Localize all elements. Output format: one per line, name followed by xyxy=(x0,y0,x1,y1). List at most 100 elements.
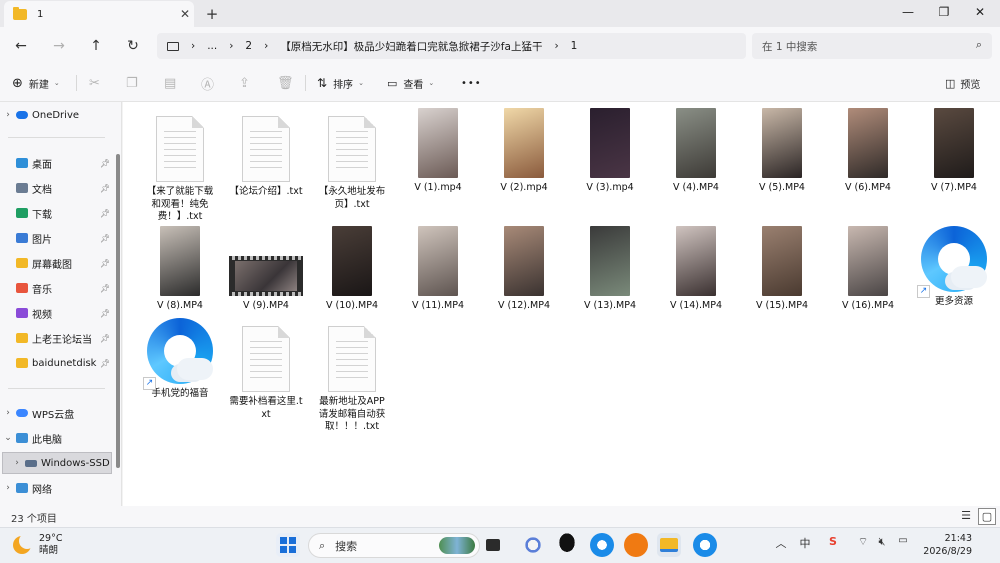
details-view-icon[interactable]: ☰ xyxy=(957,508,975,525)
chevron-right-icon[interactable]: › xyxy=(9,458,25,468)
sidebar-item-quick-access[interactable]: 屏幕截图 📌︎ xyxy=(0,252,112,274)
file-item[interactable]: V (1).mp4 xyxy=(401,108,475,218)
file-item[interactable]: 【来了就能下载和观看！纯免费！】.txt xyxy=(143,108,217,222)
cut-icon[interactable]: ✂ xyxy=(89,74,100,92)
pin-icon[interactable]: 📌︎ xyxy=(100,359,112,368)
file-item[interactable]: V (2).mp4 xyxy=(487,108,561,218)
sidebar-item-quick-access[interactable]: 文档 📌︎ xyxy=(0,177,112,199)
pin-icon[interactable]: 📌︎ xyxy=(100,284,112,293)
file-item[interactable]: V (3).mp4 xyxy=(573,108,647,218)
pin-icon[interactable]: 📌︎ xyxy=(100,184,112,193)
file-name: V (11).MP4 xyxy=(411,300,464,311)
sidebar-item-label: 视频 xyxy=(32,309,52,321)
sidebar-item-windows-ssd[interactable]: › Windows-SSD xyxy=(2,452,112,474)
view-button[interactable]: ▭ 查看 ⌄ xyxy=(387,74,434,92)
tab-active[interactable]: 1 ✕ xyxy=(4,1,194,27)
file-item[interactable]: V (13).MP4 xyxy=(573,226,647,336)
file-name: 【永久地址发布页】.txt xyxy=(318,186,386,210)
pin-icon[interactable]: 📌︎ xyxy=(100,334,112,343)
battery-icon[interactable]: ▭ xyxy=(894,535,912,546)
browser-icon[interactable] xyxy=(590,533,614,557)
file-item[interactable]: V (15).MP4 xyxy=(745,226,819,336)
sidebar-item-quick-access[interactable]: 图片 📌︎ xyxy=(0,227,112,249)
wifi-icon[interactable]: ⌔ xyxy=(854,535,872,549)
file-item[interactable]: V (4).MP4 xyxy=(659,108,733,218)
file-item[interactable]: 最新地址及APP请发邮箱自动获取！！！.txt xyxy=(315,318,389,432)
sidebar-item-quick-access[interactable]: 视频 📌︎ xyxy=(0,302,112,324)
pin-icon[interactable]: 📌︎ xyxy=(100,259,112,268)
chevron-up-icon[interactable]: ︿ xyxy=(772,535,790,551)
chevron-down-icon[interactable]: ⌄ xyxy=(0,433,16,443)
preview-button[interactable]: ◫ 预览 xyxy=(945,74,980,92)
qq-icon[interactable] xyxy=(555,533,579,557)
search-box[interactable]: 在 1 中搜索 ⌕ xyxy=(752,33,992,59)
breadcrumb-item[interactable]: 2 xyxy=(245,40,252,52)
chevron-right-icon[interactable]: › xyxy=(0,408,16,418)
sidebar-item-quick-access[interactable]: 下载 📌︎ xyxy=(0,202,112,224)
shortcut-item[interactable]: ↗ 手机党的福音 xyxy=(143,318,217,428)
file-item[interactable]: V (11).MP4 xyxy=(401,226,475,336)
sidebar-item-this-pc[interactable]: ⌄ 此电脑 xyxy=(0,427,112,449)
navigation-pane: › OneDrive 桌面 📌︎ 文档 📌︎ 下载 📌︎ 图片 📌︎ 屏幕截图 📌︎ 音乐 📌︎ 视频 📌… xyxy=(0,102,122,506)
weather-widget[interactable]: 29°C 晴朗 xyxy=(13,533,62,557)
sidebar-scrollbar[interactable] xyxy=(116,154,120,468)
pin-icon[interactable]: 📌︎ xyxy=(100,159,112,168)
shortcut-item[interactable]: ↗ 更多资源 xyxy=(917,226,991,336)
file-item[interactable]: V (5).MP4 xyxy=(745,108,819,218)
app-icon[interactable] xyxy=(521,533,545,557)
task-view-icon[interactable] xyxy=(486,539,500,551)
new-tab-button[interactable]: + xyxy=(202,4,222,24)
file-item[interactable]: 【永久地址发布页】.txt xyxy=(315,108,389,218)
more-options-button[interactable]: ••• xyxy=(461,74,482,92)
refresh-button[interactable]: ↻ xyxy=(121,35,145,57)
address-bar[interactable]: › ... › 2 › 【原档无水印】极品少妇跪着口完就急掀裙子沙fa上猛干 ›… xyxy=(157,33,746,59)
volume-muted-icon[interactable]: 🔇︎ xyxy=(873,535,891,549)
pin-icon[interactable]: 📌︎ xyxy=(100,309,112,318)
new-button[interactable]: ⊕ 新建 ⌄ xyxy=(12,74,60,92)
qq-browser-icon[interactable] xyxy=(693,533,717,557)
tab-close-icon[interactable]: ✕ xyxy=(176,7,194,21)
breadcrumb-overflow[interactable]: ... xyxy=(207,40,217,52)
file-item[interactable]: 需要补档看这里.txt xyxy=(229,318,303,428)
chevron-right-icon[interactable]: › xyxy=(0,110,16,120)
file-item[interactable]: V (14).MP4 xyxy=(659,226,733,336)
sidebar-item-quick-access[interactable]: 桌面 📌︎ xyxy=(0,152,112,174)
sidebar-item-quick-access[interactable]: 音乐 📌︎ xyxy=(0,277,112,299)
share-icon[interactable]: ⇪ xyxy=(239,74,250,92)
minimize-button[interactable]: — xyxy=(890,0,926,27)
maximize-button[interactable]: ❐ xyxy=(926,0,962,27)
taskbar-search[interactable]: ⌕ 搜索 xyxy=(308,533,480,558)
file-item[interactable]: V (12).MP4 xyxy=(487,226,561,336)
sidebar-item-quick-access[interactable]: baidunetdisk 📌︎ xyxy=(0,352,112,374)
rename-icon[interactable]: Ⓐ xyxy=(201,74,214,93)
breadcrumb-item[interactable]: 1 xyxy=(571,40,578,52)
wps-tray-icon[interactable]: S xyxy=(824,535,842,548)
clock[interactable]: 21:43 2026/8/29 xyxy=(918,532,972,558)
file-item[interactable]: V (16).MP4 xyxy=(831,226,905,336)
sidebar-item-quick-access[interactable]: 上老王论坛当 📌︎ xyxy=(0,327,112,349)
paste-icon[interactable]: ▤ xyxy=(164,74,176,92)
forward-button[interactable]: → xyxy=(47,35,71,57)
file-item[interactable]: V (7).MP4 xyxy=(917,108,991,218)
back-button[interactable]: ← xyxy=(9,35,33,57)
delete-icon[interactable]: 🗑 xyxy=(277,74,294,92)
pin-icon[interactable]: 📌︎ xyxy=(100,209,112,218)
sidebar-item-onedrive[interactable]: › OneDrive xyxy=(0,104,112,126)
ime-indicator[interactable]: 中 xyxy=(796,535,814,551)
close-button[interactable]: ✕ xyxy=(962,0,998,27)
file-explorer-icon[interactable] xyxy=(657,533,681,557)
sort-button[interactable]: ⇅ 排序 ⌄ xyxy=(317,74,364,92)
start-button[interactable] xyxy=(276,533,300,557)
breadcrumb-item[interactable]: 【原档无水印】极品少妇跪着口完就急掀裙子沙fa上猛干 xyxy=(280,39,542,54)
file-item[interactable]: 【论坛介绍】.txt xyxy=(229,108,303,218)
sidebar-item-wps[interactable]: › WPS云盘 xyxy=(0,402,112,424)
pin-icon[interactable]: 📌︎ xyxy=(100,234,112,243)
file-name: V (16).MP4 xyxy=(841,300,894,311)
copy-icon[interactable]: ❐ xyxy=(126,74,138,92)
file-item[interactable]: V (6).MP4 xyxy=(831,108,905,218)
chevron-right-icon[interactable]: › xyxy=(0,483,16,493)
up-button[interactable]: ↑ xyxy=(84,35,108,57)
download-app-icon[interactable] xyxy=(624,533,648,557)
sidebar-item-network[interactable]: › 网络 xyxy=(0,477,112,499)
large-icons-view-icon[interactable]: ▢ xyxy=(978,508,996,525)
